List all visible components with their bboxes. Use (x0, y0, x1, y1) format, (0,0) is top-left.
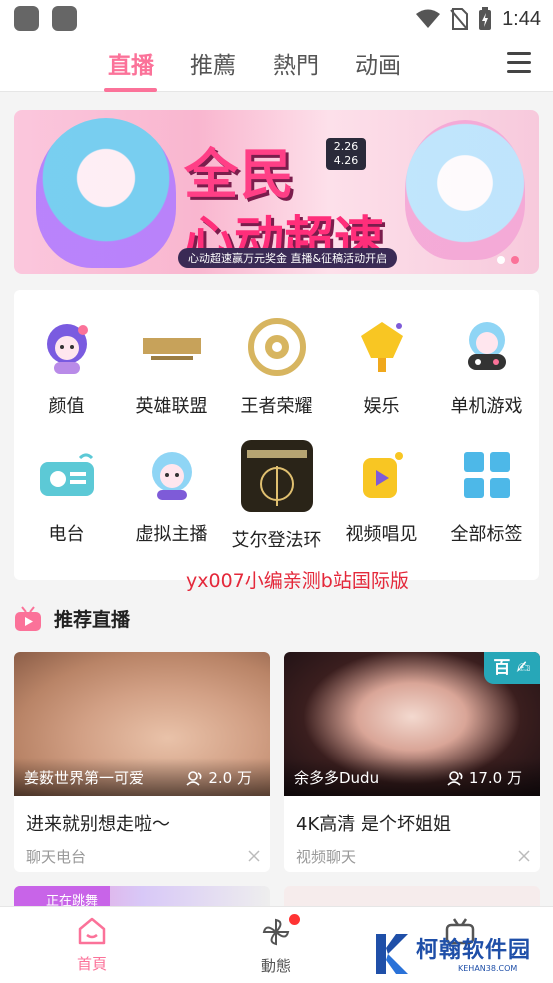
pinwheel-icon (262, 918, 290, 946)
category-beauty[interactable]: 颜值 (14, 316, 119, 418)
microphone-icon (351, 316, 413, 378)
live-thumbnail: 姜薮世界第一可爱 2.0 万 (14, 652, 270, 796)
category-label: 娱乐 (363, 396, 400, 417)
live-title: 4K高清 是个坏姐姐 (296, 814, 451, 835)
league-of-legends-logo-icon (141, 316, 203, 378)
live-category-tag: 视频聊天 (296, 848, 357, 866)
section-title: 推荐直播 (54, 609, 131, 631)
banner-caption: 心动超速赢万元奖金 直播&征稿活动开启 (178, 248, 398, 268)
app-notification-icon (14, 6, 39, 31)
status-bar: 1:44 (0, 0, 553, 38)
category-label: 艾尔登法环 (231, 530, 322, 551)
elden-ring-icon (240, 440, 313, 512)
vtuber-icon (141, 444, 203, 506)
carousel-dot (497, 256, 505, 264)
home-icon (78, 917, 106, 945)
honor-of-kings-logo-icon (246, 316, 308, 378)
section-header: 推荐直播 (14, 605, 130, 632)
close-icon[interactable] (518, 850, 530, 862)
live-card[interactable]: 姜薮世界第一可爱 2.0 万 进来就别想走啦～ 聊天电台 (14, 652, 270, 872)
top-tab-bar: 直播 推薦 熱門 动画 (0, 38, 553, 92)
category-elden-ring[interactable]: 艾尔登法环 (224, 440, 329, 552)
app-notification-icon (52, 6, 77, 31)
category-vtuber[interactable]: 虚拟主播 (119, 444, 224, 546)
viewer-count: 17.0 万 (447, 767, 522, 788)
active-tab-indicator (104, 88, 157, 92)
category-radio[interactable]: 电台 (14, 444, 119, 546)
gamepad-girl-icon (456, 316, 518, 378)
viewer-count-value: 17.0 万 (468, 769, 522, 787)
banner-date: 2.26 4.26 (326, 138, 366, 170)
sing-mic-icon (351, 444, 413, 506)
carousel-indicator (497, 256, 519, 264)
category-label: 全部标签 (450, 524, 523, 545)
promo-banner[interactable]: 全民 2.26 4.26 心动超速 心动超速赢万元奖金 直播&征稿活动开启 (14, 110, 539, 274)
watermark-name: 柯翰软件园 (416, 938, 532, 963)
k-logo-icon (376, 934, 408, 974)
category-label: 单机游戏 (450, 396, 523, 417)
banner-title: 全民 (184, 143, 296, 206)
streamer-name: 余多多Dudu (294, 769, 380, 787)
category-label: 英雄联盟 (135, 396, 208, 417)
category-single-player[interactable]: 单机游戏 (434, 316, 539, 418)
nav-home[interactable]: 首頁 (52, 917, 132, 974)
viewer-count: 2.0 万 (186, 767, 252, 788)
radio-icon (36, 444, 98, 506)
wifi-icon (416, 9, 441, 28)
category-label: 视频唱见 (345, 524, 418, 545)
category-label: 颜值 (48, 396, 85, 417)
tab-recommended[interactable]: 推薦 (173, 46, 253, 80)
tab-anime[interactable]: 动画 (338, 46, 418, 80)
tv-icon (14, 605, 42, 632)
live-category-tag: 聊天电台 (26, 848, 87, 866)
live-title: 进来就别想走啦～ (26, 814, 170, 835)
live-thumbnail: 百 ✍ 余多多Dudu 17.0 万 (284, 652, 540, 796)
anime-character-illustration (405, 120, 525, 260)
viewer-count-value: 2.0 万 (208, 769, 252, 787)
tab-popular[interactable]: 熱門 (256, 46, 336, 80)
category-label: 王者荣耀 (240, 396, 313, 417)
category-entertainment[interactable]: 娱乐 (329, 316, 434, 418)
watermark-url: KEHAN38.COM (458, 964, 518, 973)
nav-label: 動態 (260, 957, 291, 975)
site-watermark-logo: 柯翰软件园 KEHAN38.COM (374, 930, 544, 980)
tab-live[interactable]: 直播 (91, 46, 171, 80)
overlay-watermark-text: yx007小编亲测b站国际版 (186, 570, 409, 592)
live-card[interactable]: 百 ✍ 余多多Dudu 17.0 万 4K高清 是个坏姐姐 视频聊天 (284, 652, 540, 872)
viewers-icon (447, 770, 463, 786)
nav-label: 首頁 (76, 955, 107, 973)
category-label: 虚拟主播 (135, 524, 208, 545)
category-hok[interactable]: 王者荣耀 (224, 316, 329, 418)
no-sim-icon (450, 8, 469, 30)
hamburger-menu-icon[interactable] (507, 52, 531, 74)
category-label: 电台 (48, 524, 85, 545)
category-sing[interactable]: 视频唱见 (329, 444, 434, 546)
viewers-icon (186, 770, 202, 786)
category-all-tags[interactable]: 全部标签 (434, 444, 539, 546)
notification-dot (289, 914, 300, 925)
category-lol[interactable]: 英雄联盟 (119, 316, 224, 418)
category-grid: 颜值 英雄联盟 王者荣耀 娱乐 单机游戏 电台 虚拟主播 艾尔登法环 视频唱见 … (14, 290, 539, 580)
nav-dynamics[interactable]: 動態 (236, 914, 316, 976)
streamer-name: 姜薮世界第一可爱 (24, 769, 145, 787)
hundred-badge: 百 ✍ (484, 652, 540, 684)
anime-character-illustration (36, 118, 176, 268)
close-icon[interactable] (248, 850, 260, 862)
carousel-dot-active (511, 256, 519, 264)
grid-tags-icon (456, 444, 518, 506)
clock: 1:44 (502, 7, 541, 30)
anime-girl-icon (36, 316, 98, 378)
battery-charging-icon (479, 7, 492, 30)
